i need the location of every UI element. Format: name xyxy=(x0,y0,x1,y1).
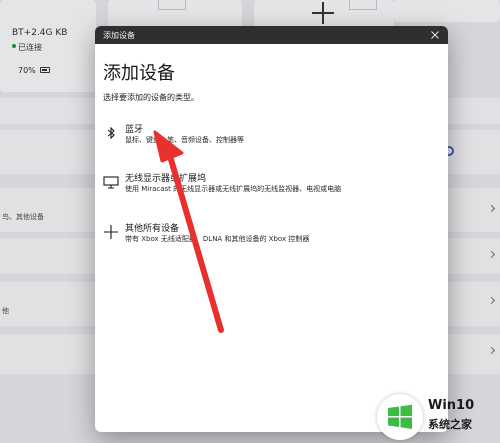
option-wireless-display-desc: 使用 Miracast 的无线显示器或无线扩展坞的无线监视器、电视或电脑 xyxy=(125,185,342,193)
device-card-3[interactable] xyxy=(394,0,500,22)
battery-level: 70% xyxy=(18,66,36,75)
settings-row-label: 他 xyxy=(2,307,9,315)
keyboard-icon xyxy=(158,0,186,10)
add-device-dialog: 添加设备 添加设备 选择要添加的设备的类型。 蓝牙 鼠标、键盘、笔、音频设备、控… xyxy=(95,26,448,432)
option-other-devices-desc: 带有 Xbox 无线适配器、DLNA 和其他设备的 Xbox 控制器 xyxy=(125,235,310,243)
settings-row[interactable]: 他 xyxy=(0,282,96,326)
option-wireless-display-title: 无线显示器或扩展坞 xyxy=(125,174,207,184)
dialog-subtitle: 选择要添加的设备的类型。 xyxy=(103,93,199,102)
close-button[interactable] xyxy=(422,26,448,44)
option-other-devices-title: 其他所有设备 xyxy=(125,224,180,234)
connected-dot-icon xyxy=(12,44,16,48)
keyboard-icon xyxy=(349,0,377,10)
battery-icon xyxy=(40,67,50,73)
option-wireless-display[interactable]: 无线显示器或扩展坞 使用 Miracast 的无线显示器或无线扩展坞的无线监视器… xyxy=(99,171,444,205)
settings-row[interactable] xyxy=(448,188,500,232)
chevron-right-icon xyxy=(487,346,496,355)
watermark-logo: Win10 系统之家 xyxy=(358,388,500,443)
settings-row[interactable] xyxy=(448,282,500,326)
option-bluetooth[interactable]: 蓝牙 鼠标、键盘、笔、音频设备、控制器等 xyxy=(99,122,444,156)
settings-row[interactable] xyxy=(448,238,500,274)
close-icon xyxy=(431,31,439,39)
device-status: 已连接 xyxy=(18,43,42,52)
plus-icon xyxy=(104,225,118,239)
chevron-right-icon xyxy=(487,204,496,213)
option-other-devices[interactable]: 其他所有设备 带有 Xbox 无线适配器、DLNA 和其他设备的 Xbox 控制… xyxy=(99,221,444,255)
monitor-icon xyxy=(103,176,119,189)
dialog-heading: 添加设备 xyxy=(103,63,175,84)
watermark-brand: Win10 xyxy=(428,398,475,413)
device-name: BT+2.4G KB xyxy=(12,28,68,38)
bluetooth-icon xyxy=(107,126,115,140)
add-plus-icon xyxy=(312,2,334,24)
chevron-right-icon xyxy=(487,296,496,305)
settings-row[interactable] xyxy=(448,130,500,174)
settings-row[interactable] xyxy=(448,334,500,374)
settings-row[interactable] xyxy=(0,98,96,124)
device-card[interactable]: BT+2.4G KB 已连接 70% xyxy=(0,0,96,92)
dialog-titlebar: 添加设备 xyxy=(95,26,448,44)
option-bluetooth-title: 蓝牙 xyxy=(125,125,144,135)
settings-row[interactable]: 鸟、其他设备 xyxy=(0,188,96,232)
settings-row[interactable] xyxy=(0,130,96,174)
windows-logo-icon xyxy=(388,404,412,429)
option-bluetooth-desc: 鼠标、键盘、笔、音频设备、控制器等 xyxy=(125,136,244,144)
watermark-site: 系统之家 xyxy=(428,418,472,431)
settings-row-label: 鸟、其他设备 xyxy=(2,213,44,221)
settings-row[interactable] xyxy=(448,98,500,124)
dialog-title: 添加设备 xyxy=(103,31,135,40)
chevron-right-icon xyxy=(487,250,496,259)
settings-row[interactable] xyxy=(0,334,96,374)
settings-row[interactable] xyxy=(0,238,96,274)
